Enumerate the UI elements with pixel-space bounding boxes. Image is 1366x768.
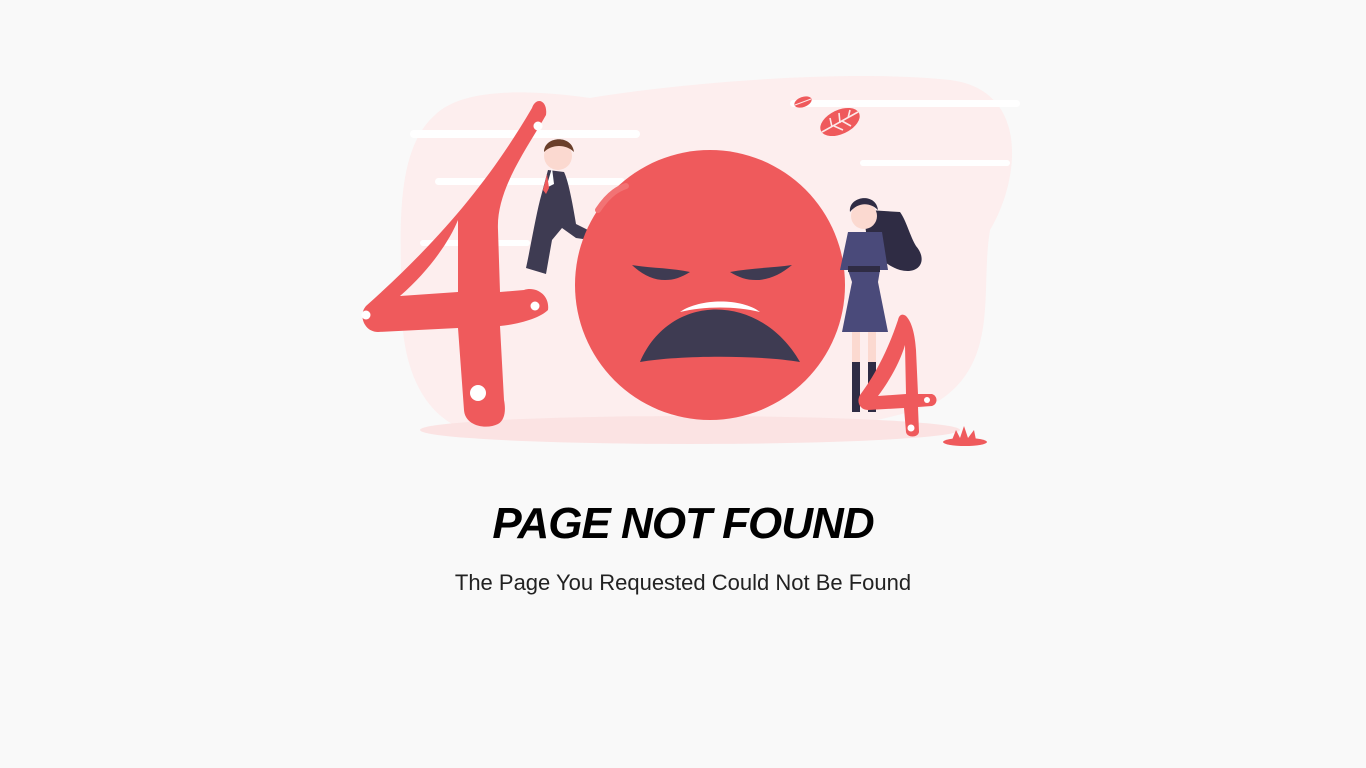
sad-face-icon [575,150,845,420]
error-message: The Page You Requested Could Not Be Foun… [454,570,912,595]
error-page: PAGE NOT FOUND The Page You Requested Co… [0,0,1366,768]
page-title: PAGE NOT FOUND [492,499,874,548]
404-illustration [361,76,1020,446]
